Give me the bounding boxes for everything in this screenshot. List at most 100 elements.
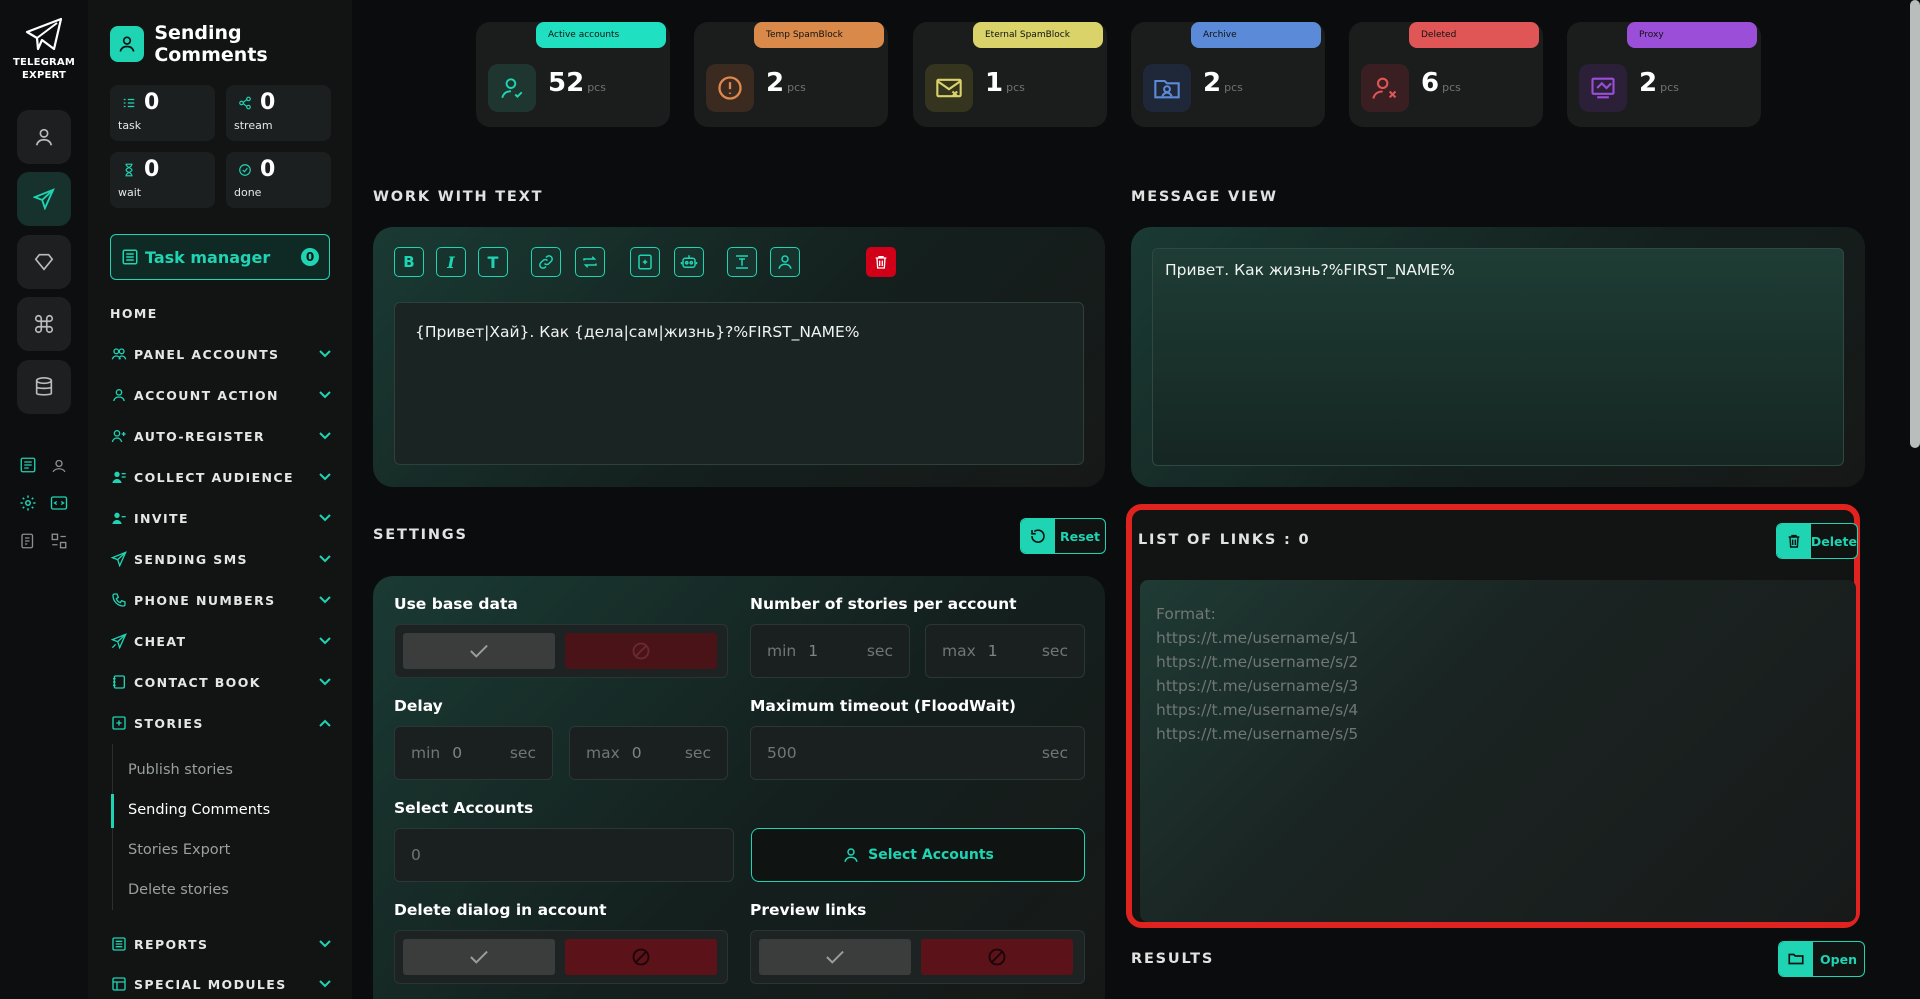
rail-database-button[interactable] (17, 360, 71, 414)
diamond-icon (34, 253, 54, 271)
links-placeholder-line: https://t.me/username/s/1 (1156, 629, 1359, 647)
nav-item-account-action[interactable]: ACCOUNT ACTION (110, 383, 332, 407)
message-template-textarea[interactable]: {Привет|Хай}. Как {дела|сам|жизнь}?%FIRS… (394, 302, 1084, 465)
select-accounts-count-input[interactable]: 0 (394, 828, 734, 882)
rail-accounts-button[interactable] (17, 110, 71, 164)
bold-button[interactable]: B (394, 247, 424, 277)
counter-value: 0 (260, 157, 276, 182)
nav-item-contact-book[interactable]: CONTACT BOOK (110, 670, 332, 694)
active-user-icon (488, 64, 536, 112)
stat-card-label: Eternal SpamBlock (973, 22, 1103, 48)
bot-button[interactable] (674, 247, 704, 277)
submenu-active-indicator (111, 794, 114, 828)
stat-card-deleted[interactable]: Deleted 6 pcs (1349, 22, 1543, 127)
rail-location-icon[interactable] (48, 454, 70, 476)
use-base-data-toggle[interactable] (394, 624, 728, 678)
chevron-down-icon (319, 678, 331, 686)
stat-card-eternal-spamblock[interactable]: Eternal SpamBlock 1 pcs (913, 22, 1107, 127)
stat-card-temp-spamblock[interactable]: Temp SpamBlock 2 pcs (694, 22, 888, 127)
bot-icon (680, 255, 698, 268)
delete-dialog-label: Delete dialog in account (394, 901, 607, 919)
link-button[interactable] (531, 247, 561, 277)
nav-item-sending-sms[interactable]: SENDING SMS (110, 547, 332, 571)
toggle-no[interactable] (565, 633, 717, 669)
person-button[interactable] (770, 247, 800, 277)
nav-item-special-modules[interactable]: SPECIAL MODULES (110, 972, 332, 996)
links-textarea[interactable]: Format: https://t.me/username/s/1 https:… (1140, 580, 1856, 922)
stories-min-input[interactable]: min 1 sec (750, 624, 910, 678)
delete-dialog-toggle[interactable] (394, 930, 728, 984)
rail-settings-icon[interactable] (17, 492, 39, 514)
nav-item-phone-numbers[interactable]: PHONE NUMBERS (110, 588, 332, 612)
toggle-yes[interactable] (403, 939, 555, 975)
toggle-yes[interactable] (759, 939, 911, 975)
nav-home[interactable]: HOME (110, 306, 158, 321)
field-unit: sec (509, 744, 536, 762)
stories-max-input[interactable]: max 1 sec (925, 624, 1085, 678)
nav-item-stories[interactable]: STORIES (110, 711, 332, 735)
task-manager-button[interactable]: Task manager 0 (110, 234, 330, 280)
field-value: 1 (808, 642, 819, 660)
stat-card-archive[interactable]: Archive 2 pcs (1131, 22, 1325, 127)
user-icon (844, 848, 858, 862)
sub-item-sending-comments[interactable]: Sending Comments (128, 802, 270, 818)
nav-item-auto-register[interactable]: AUTO-REGISTER (110, 424, 332, 448)
text-block-button[interactable] (727, 247, 757, 277)
user-icon (35, 128, 53, 146)
text-button[interactable]: T (478, 247, 508, 277)
sub-item-delete-stories[interactable]: Delete stories (128, 882, 229, 898)
toggle-yes[interactable] (403, 633, 555, 669)
rail-grid-icon[interactable] (48, 530, 70, 552)
file-add-button[interactable] (630, 247, 660, 277)
rail-code-icon[interactable] (48, 492, 70, 514)
rail-diamond-button[interactable] (17, 235, 71, 289)
select-accounts-label: Select Accounts (394, 799, 534, 817)
ban-icon (988, 948, 1006, 966)
open-results-button[interactable]: Open (1778, 941, 1865, 977)
preview-links-toggle[interactable] (750, 930, 1085, 984)
stat-card-active-accounts[interactable]: Active accounts 52 pcs (476, 22, 670, 127)
nav-item-label: SENDING SMS (134, 551, 248, 567)
toggle-no[interactable] (565, 939, 717, 975)
logo-line-1: TELEGRAM (12, 57, 76, 68)
nav-item-cheat[interactable]: CHEAT (110, 629, 332, 653)
sub-item-stories-export[interactable]: Stories Export (128, 842, 230, 858)
page-title: Sending Comments (154, 22, 268, 66)
rail-doc-icon[interactable] (17, 530, 39, 552)
open-results-label: Open (1820, 951, 1857, 967)
nav-item-panel-accounts[interactable]: PANEL ACCOUNTS (110, 342, 332, 366)
user-plus-icon (111, 430, 126, 443)
stat-card-label: Temp SpamBlock (754, 22, 884, 48)
reset-button[interactable]: Reset (1020, 518, 1106, 554)
nav-item-reports[interactable]: REPORTS (110, 932, 332, 956)
app-logo[interactable]: TELEGRAM EXPERT (8, 16, 80, 82)
counter-wait: 0 wait (110, 152, 215, 208)
folder-open-icon (1788, 953, 1804, 965)
clear-text-button[interactable] (866, 247, 896, 277)
page-scrollbar[interactable] (1910, 0, 1920, 448)
nav-item-label: PHONE NUMBERS (134, 592, 276, 608)
max-timeout-input[interactable]: 500 sec (750, 726, 1085, 780)
links-placeholder-line: https://t.me/username/s/4 (1156, 701, 1359, 719)
delay-max-input[interactable]: max 0 sec (569, 726, 728, 780)
delay-min-input[interactable]: min 0 sec (394, 726, 553, 780)
task-manager-icon (122, 249, 138, 265)
field-unit: sec (684, 744, 711, 762)
toggle-no[interactable] (921, 939, 1073, 975)
ban-icon (632, 948, 650, 966)
italic-button[interactable]: I (436, 247, 466, 277)
trash-icon (875, 256, 887, 269)
nav-item-label: REPORTS (134, 936, 209, 952)
delete-links-button[interactable]: Delete (1776, 523, 1858, 559)
rail-command-button[interactable] (17, 297, 71, 351)
delay-label: Delay (394, 697, 443, 715)
rail-list-icon[interactable] (17, 454, 39, 476)
select-accounts-button[interactable]: Select Accounts (751, 828, 1085, 882)
task-manager-badge: 0 (301, 248, 319, 266)
nav-item-invite[interactable]: INVITE (110, 506, 332, 530)
repeat-button[interactable] (575, 247, 605, 277)
nav-item-collect-audience[interactable]: COLLECT AUDIENCE (110, 465, 332, 489)
rail-send-button[interactable] (17, 172, 71, 226)
sub-item-publish-stories[interactable]: Publish stories (128, 762, 233, 778)
stat-card-proxy[interactable]: Proxy 2 pcs (1567, 22, 1761, 127)
